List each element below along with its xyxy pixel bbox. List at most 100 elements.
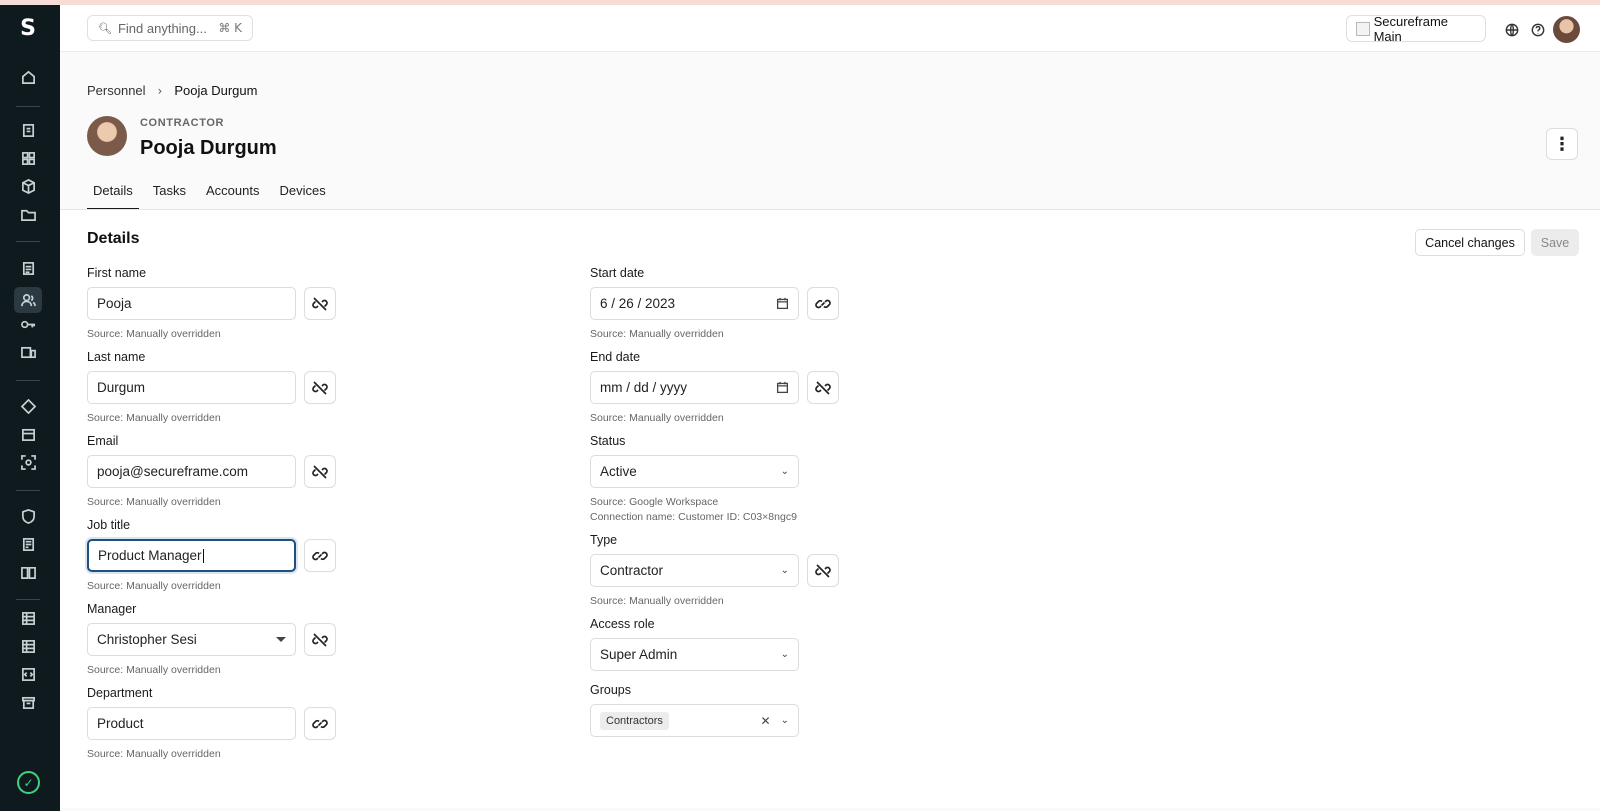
store-icon[interactable] (19, 425, 37, 443)
table-alt-icon[interactable] (19, 637, 37, 655)
unlink-icon[interactable] (807, 371, 839, 404)
field-value: Christopher Sesi (97, 632, 197, 647)
person-avatar (87, 116, 127, 156)
field-label: Last name (87, 350, 146, 364)
email-input[interactable]: pooja@secureframe.com (87, 455, 296, 488)
department-field: Department Product Source: Manually over… (87, 686, 347, 762)
manager-field: Manager Christopher Sesi Source: Manuall… (87, 602, 347, 678)
user-avatar[interactable] (1553, 16, 1580, 43)
start-date-field: Start date 6 / 26 / 2023 Source: Manuall… (590, 266, 850, 342)
link-icon[interactable] (304, 539, 336, 572)
last-name-input[interactable]: Durgum (87, 371, 296, 404)
key-icon[interactable] (19, 315, 37, 333)
shield-icon[interactable] (19, 507, 37, 525)
search-input[interactable]: 🔍︎ Find anything... ⌘ K (87, 15, 253, 41)
status-field: Status Active ⌄ Source: Google Workspace … (590, 434, 850, 525)
text-cursor (202, 548, 204, 563)
field-label: Status (590, 434, 626, 448)
field-label: Start date (590, 266, 645, 280)
cube-icon[interactable] (19, 177, 37, 195)
calendar-icon[interactable] (776, 297, 789, 310)
top-bar: 🔍︎ Find anything... ⌘ K Secureframe Main (60, 5, 1600, 52)
job-title-input[interactable]: Product Manager (87, 539, 296, 572)
home-icon[interactable] (19, 68, 37, 86)
cancel-changes-button[interactable]: Cancel changes (1415, 229, 1525, 256)
unlink-icon[interactable] (304, 371, 336, 404)
field-label: End date (590, 350, 641, 364)
breadcrumb: Personnel › Pooja Durgum (87, 83, 257, 98)
save-button[interactable]: Save (1531, 229, 1579, 256)
link-icon[interactable] (807, 287, 839, 320)
field-label: Manager (87, 602, 137, 616)
policy-icon[interactable] (19, 535, 37, 553)
tab-devices[interactable]: Devices (273, 172, 331, 210)
clear-icon[interactable]: ✕ (761, 714, 771, 728)
tab-details[interactable]: Details (87, 172, 139, 210)
chevron-down-icon[interactable]: ⌄ (781, 715, 789, 726)
status-check-icon[interactable]: ✓ (17, 771, 40, 794)
details-panel: Details Cancel changes Save First name P… (60, 210, 1600, 808)
grid-icon[interactable] (19, 149, 37, 167)
org-switcher-button[interactable]: Secureframe Main (1346, 13, 1486, 44)
email-field: Email pooja@secureframe.com Source: Manu… (87, 434, 347, 510)
sidebar-divider (16, 490, 40, 491)
field-value: Durgum (97, 380, 146, 395)
more-options-icon[interactable]: ⋮ (1546, 128, 1578, 160)
field-value: Super Admin (600, 647, 678, 662)
section-title: Details (87, 230, 140, 247)
unlink-icon[interactable] (304, 287, 336, 320)
group-tag[interactable]: Contractors (600, 711, 669, 730)
document-icon[interactable] (19, 259, 37, 277)
unlink-icon[interactable] (807, 554, 839, 587)
clipboard-icon[interactable] (19, 121, 37, 139)
calendar-icon[interactable] (776, 381, 789, 394)
sidebar-divider (16, 106, 40, 107)
first-name-input[interactable]: Pooja (87, 287, 296, 320)
field-label: First name (87, 266, 147, 280)
start-date-input[interactable]: 6 / 26 / 2023 (590, 287, 799, 320)
type-select[interactable]: Contractor ⌄ (590, 554, 799, 587)
globe-icon[interactable] (1505, 23, 1519, 37)
org-name: Secureframe Main (1373, 13, 1448, 44)
end-date-input[interactable]: mm / dd / yyyy (590, 371, 799, 404)
field-source: Source: Manually overridden (87, 496, 221, 508)
personnel-icon[interactable] (14, 287, 42, 313)
tab-accounts[interactable]: Accounts (200, 172, 265, 210)
scan-icon[interactable] (19, 453, 37, 471)
devices-icon[interactable] (19, 343, 37, 361)
field-source: Source: Manually overridden (590, 412, 724, 424)
book-icon[interactable] (19, 563, 37, 581)
code-icon[interactable] (19, 665, 37, 683)
secureframe-logo-icon[interactable]: S (17, 18, 39, 40)
end-date-field: End date mm / dd / yyyy Source: Manually… (590, 350, 850, 426)
unlink-icon[interactable] (304, 623, 336, 656)
department-input[interactable]: Product (87, 707, 296, 740)
status-select[interactable]: Active ⌄ (590, 455, 799, 488)
sidebar: S ✓ (0, 5, 60, 811)
folder-icon[interactable] (19, 205, 37, 223)
chevron-down-icon: ⌄ (780, 565, 789, 576)
groups-multiselect[interactable]: Contractors ✕ ⌄ (590, 704, 799, 737)
breadcrumb-personnel-link[interactable]: Personnel (87, 83, 146, 98)
manager-select[interactable]: Christopher Sesi (87, 623, 296, 656)
field-value: Active (600, 464, 637, 479)
field-connection: Connection name: Customer ID: C03×8ngc9 (590, 511, 797, 523)
unlink-icon[interactable] (304, 455, 336, 488)
chevron-right-icon: › (157, 83, 163, 98)
field-value: pooja@secureframe.com (97, 464, 249, 479)
page-title: Pooja Durgum (140, 137, 277, 159)
table-icon[interactable] (19, 609, 37, 627)
field-source: Source: Google Workspace (590, 496, 719, 508)
field-source: Source: Manually overridden (590, 328, 724, 340)
groups-field: Groups Contractors ✕ ⌄ (590, 683, 850, 737)
sidebar-divider (16, 599, 40, 600)
help-icon[interactable] (1531, 23, 1545, 37)
field-source: Source: Manually overridden (87, 748, 221, 760)
archive-icon[interactable] (19, 693, 37, 711)
access-role-select[interactable]: Super Admin ⌄ (590, 638, 799, 671)
field-label: Access role (590, 617, 655, 631)
diamond-icon[interactable] (19, 397, 37, 415)
field-source: Source: Manually overridden (87, 412, 221, 424)
link-icon[interactable] (304, 707, 336, 740)
tab-tasks[interactable]: Tasks (147, 172, 192, 210)
